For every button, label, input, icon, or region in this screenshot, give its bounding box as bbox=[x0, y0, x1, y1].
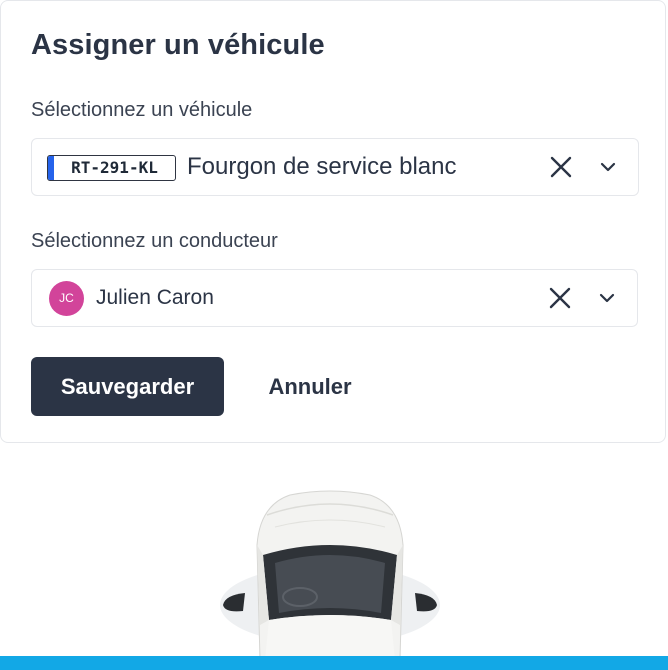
page: Assigner un véhicule Sélectionnez un véh… bbox=[0, 0, 668, 670]
driver-avatar: JC bbox=[49, 281, 84, 316]
clear-vehicle-button[interactable] bbox=[546, 152, 576, 182]
close-icon bbox=[550, 156, 572, 178]
bottom-accent-bar bbox=[0, 656, 668, 670]
selected-vehicle-name: Fourgon de service blanc bbox=[187, 153, 457, 180]
dialog-title: Assigner un véhicule bbox=[31, 29, 325, 61]
van-top-view-image bbox=[220, 490, 440, 660]
cancel-button[interactable]: Annuler bbox=[249, 357, 371, 416]
driver-dropdown-toggle[interactable] bbox=[595, 286, 619, 310]
chevron-down-icon bbox=[599, 293, 615, 303]
license-plate-number: RT-291-KL bbox=[71, 158, 158, 177]
save-button[interactable]: Sauvegarder bbox=[31, 357, 224, 416]
driver-field-label: Sélectionnez un conducteur bbox=[31, 230, 278, 252]
chevron-down-icon bbox=[600, 162, 616, 172]
vehicle-field-label: Sélectionnez un véhicule bbox=[31, 99, 253, 121]
close-icon bbox=[549, 287, 571, 309]
assign-vehicle-card: Assigner un véhicule Sélectionnez un véh… bbox=[0, 0, 666, 443]
clear-driver-button[interactable] bbox=[545, 283, 575, 313]
license-plate-badge: RT-291-KL bbox=[47, 155, 176, 181]
selected-driver-name: Julien Caron bbox=[96, 286, 214, 309]
driver-select[interactable]: JC Julien Caron bbox=[31, 269, 638, 327]
vehicle-dropdown-toggle[interactable] bbox=[596, 155, 620, 179]
vehicle-select[interactable]: RT-291-KL Fourgon de service blanc bbox=[31, 138, 639, 196]
